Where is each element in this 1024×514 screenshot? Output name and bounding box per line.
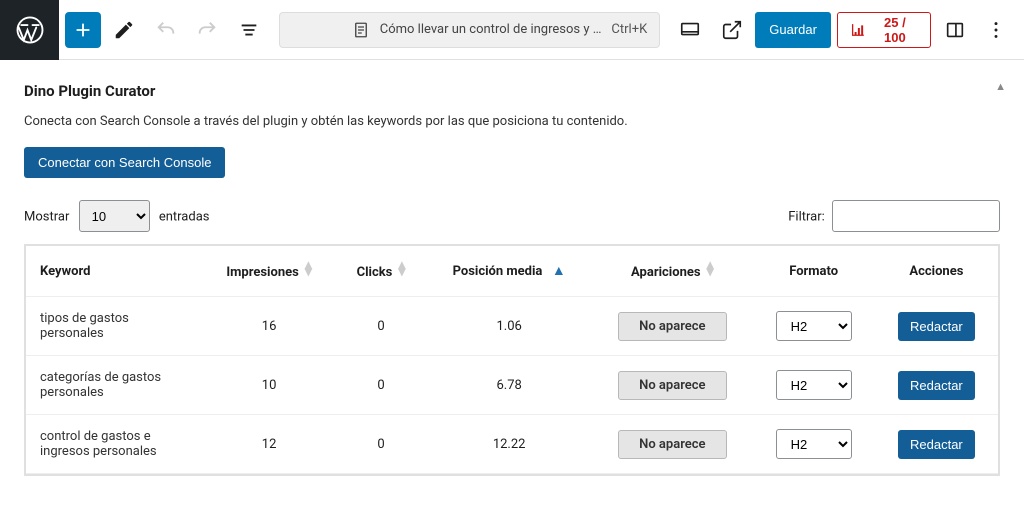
panel-title: Dino Plugin Curator	[24, 82, 1000, 100]
view-desktop-button[interactable]	[672, 12, 708, 48]
table-row: categorías de gastos personales 10 0 6.7…	[26, 356, 998, 415]
posicion-cell: 1.06	[426, 297, 592, 356]
acciones-cell: Redactar	[875, 297, 998, 356]
sort-icon: ▴▾	[398, 262, 405, 276]
acciones-cell: Redactar	[875, 356, 998, 415]
sort-icon: ▴▾	[305, 262, 312, 276]
col-keyword[interactable]: Keyword	[26, 246, 202, 297]
table-controls: Mostrar 10 entradas Filtrar:	[24, 200, 1000, 232]
document-title-bar[interactable]: Cómo llevar un control de ingresos y … C…	[279, 12, 660, 48]
keywords-table: Keyword Impresiones▴▾ Clicks▴▾ Posición …	[24, 244, 1000, 476]
seo-score-value: 25 / 100	[872, 15, 918, 45]
clicks-cell: 0	[336, 415, 426, 474]
entries-control: Mostrar 10 entradas	[24, 200, 210, 232]
sort-asc-icon: ▲	[548, 268, 565, 275]
more-options-button[interactable]	[979, 12, 1015, 48]
redactar-button[interactable]: Redactar	[898, 430, 975, 459]
wordpress-logo[interactable]	[0, 0, 59, 60]
sort-icon: ▴▾	[707, 262, 714, 276]
format-select[interactable]: H2	[776, 311, 852, 341]
formato-cell: H2	[753, 356, 875, 415]
redo-icon	[196, 19, 218, 41]
chart-icon	[850, 22, 866, 38]
appearance-badge: No aparece	[618, 312, 726, 341]
impresiones-cell: 16	[202, 297, 335, 356]
filter-control: Filtrar:	[788, 200, 1000, 232]
entries-label: entradas	[159, 210, 210, 225]
document-icon	[352, 21, 370, 39]
table-row: tipos de gastos personales 16 0 1.06 No …	[26, 297, 998, 356]
seo-score-button[interactable]: 25 / 100	[837, 12, 931, 48]
filter-input[interactable]	[832, 200, 1000, 232]
acciones-cell: Redactar	[875, 415, 998, 474]
col-formato[interactable]: Formato	[753, 246, 875, 297]
undo-button[interactable]	[148, 12, 184, 48]
table-row: control de gastos e ingresos personales …	[26, 415, 998, 474]
wordpress-icon	[15, 15, 45, 45]
apariciones-cell: No aparece	[592, 297, 752, 356]
document-title: Cómo llevar un control de ingresos y …	[380, 22, 602, 37]
col-posicion[interactable]: Posición media ▲	[426, 246, 592, 297]
keyword-cell: tipos de gastos personales	[26, 297, 202, 356]
apariciones-cell: No aparece	[592, 415, 752, 474]
list-icon	[238, 19, 260, 41]
show-label: Mostrar	[24, 210, 69, 225]
top-toolbar: Cómo llevar un control de ingresos y … C…	[0, 0, 1024, 60]
col-impresiones[interactable]: Impresiones▴▾	[202, 246, 335, 297]
clicks-cell: 0	[336, 356, 426, 415]
format-select[interactable]: H2	[776, 429, 852, 459]
collapse-toggle[interactable]: ▲	[995, 80, 1006, 93]
formato-cell: H2	[753, 415, 875, 474]
redactar-button[interactable]: Redactar	[898, 312, 975, 341]
appearance-badge: No aparece	[618, 430, 726, 459]
apariciones-cell: No aparece	[592, 356, 752, 415]
save-button[interactable]: Guardar	[755, 12, 831, 48]
panel-description: Conecta con Search Console a través del …	[24, 114, 1000, 129]
pencil-icon	[113, 19, 135, 41]
col-apariciones[interactable]: Apariciones▴▾	[592, 246, 752, 297]
redactar-button[interactable]: Redactar	[898, 371, 975, 400]
connect-search-console-button[interactable]: Conectar con Search Console	[24, 147, 225, 178]
dots-vertical-icon	[985, 19, 1007, 41]
open-external-button[interactable]	[714, 12, 750, 48]
appearance-badge: No aparece	[618, 371, 726, 400]
sidebar-toggle-button[interactable]	[937, 12, 973, 48]
entries-select[interactable]: 10	[79, 200, 150, 232]
posicion-cell: 6.78	[426, 356, 592, 415]
edit-button[interactable]	[107, 12, 143, 48]
redo-button[interactable]	[190, 12, 226, 48]
filter-label: Filtrar:	[788, 210, 825, 225]
format-select[interactable]: H2	[776, 370, 852, 400]
keyboard-shortcut: Ctrl+K	[611, 22, 647, 37]
document-outline-button[interactable]	[231, 12, 267, 48]
impresiones-cell: 10	[202, 356, 335, 415]
keyword-cell: categorías de gastos personales	[26, 356, 202, 415]
col-acciones[interactable]: Acciones	[875, 246, 998, 297]
undo-icon	[155, 19, 177, 41]
keyword-cell: control de gastos e ingresos personales	[26, 415, 202, 474]
col-clicks[interactable]: Clicks▴▾	[336, 246, 426, 297]
posicion-cell: 12.22	[426, 415, 592, 474]
sidebar-icon	[944, 19, 966, 41]
add-block-button[interactable]	[65, 12, 101, 48]
impresiones-cell: 12	[202, 415, 335, 474]
desktop-icon	[679, 19, 701, 41]
formato-cell: H2	[753, 297, 875, 356]
plugin-panel: ▲ Dino Plugin Curator Conecta con Search…	[0, 60, 1024, 476]
external-link-icon	[721, 19, 743, 41]
plus-icon	[72, 19, 94, 41]
clicks-cell: 0	[336, 297, 426, 356]
